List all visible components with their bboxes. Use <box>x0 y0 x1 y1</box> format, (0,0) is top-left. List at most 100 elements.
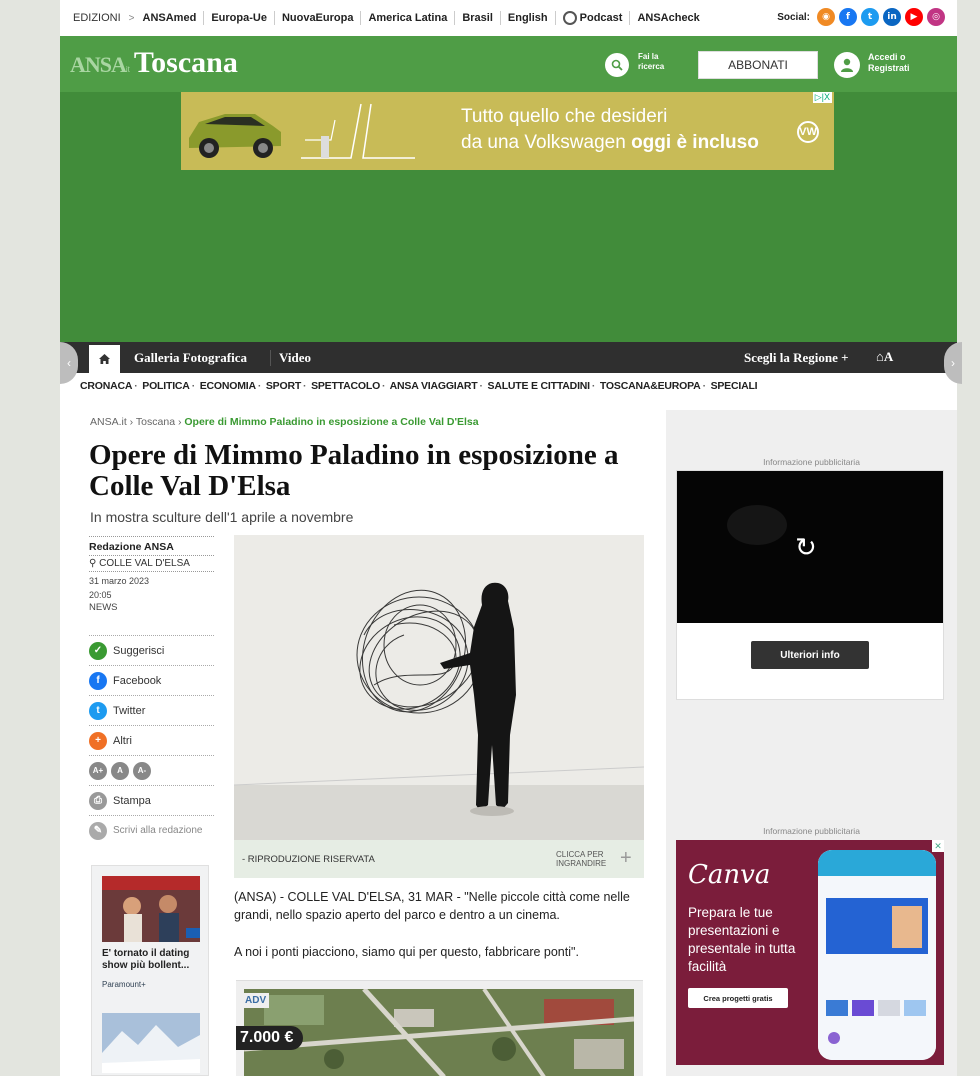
site-header: ANSA it Toscana Fai la ricerca ABBONATI … <box>60 36 957 342</box>
home-icon[interactable] <box>89 345 120 373</box>
rss-icon[interactable]: ◉ <box>817 8 835 26</box>
publish-time: 20:05 <box>89 590 112 600</box>
crumb-current: Opere di Mimmo Paladino in esposizione a… <box>184 416 479 428</box>
home-text-size-button[interactable]: ⌂A <box>876 349 893 365</box>
adchoices-icon[interactable]: ▷|X <box>812 92 832 103</box>
share-twitter[interactable]: t Twitter <box>89 695 214 725</box>
print-button[interactable]: ⎙ Stampa <box>89 785 214 815</box>
section-sport[interactable]: SPORT <box>266 380 301 392</box>
section-speciali[interactable]: SPECIALI <box>711 380 758 392</box>
login-line1: Accedi o <box>868 52 906 62</box>
article-paragraph-2: A noi i ponti piacciono, siamo qui per q… <box>234 945 579 959</box>
link-podcast[interactable]: Podcast <box>554 11 630 25</box>
crumb-home[interactable]: ANSA.it <box>90 416 127 428</box>
real-estate-ad[interactable]: ADV 7.000 € <box>236 980 643 1076</box>
search-label[interactable]: Fai la ricerca <box>638 52 664 72</box>
replay-icon[interactable]: ↻ <box>795 533 817 563</box>
crumb-section[interactable]: Toscana <box>136 416 175 428</box>
twitter-icon[interactable]: t <box>861 8 879 26</box>
photo-caption-bar: - RIPRODUZIONE RISERVATA CLICCA PER INGR… <box>234 840 644 878</box>
twitter-icon: t <box>89 701 107 720</box>
search-icon[interactable] <box>605 53 629 77</box>
banner-bold: oggi è incluso <box>631 132 759 153</box>
subscribe-button[interactable]: ABBONATI <box>698 51 818 79</box>
section-toscana-europa[interactable]: TOSCANA&EUROPA <box>600 380 701 392</box>
close-icon[interactable]: ✕ <box>932 840 944 852</box>
video-player[interactable]: ↻ <box>677 471 943 623</box>
instagram-icon[interactable]: ◎ <box>927 8 945 26</box>
podcast-label: Podcast <box>579 12 623 24</box>
promo-image[interactable] <box>102 876 200 942</box>
banner-headline-1: Tutto quello che desideri <box>461 106 668 127</box>
section-viaggiart[interactable]: ANSA VIAGGIART <box>390 380 478 392</box>
section-spettacolo[interactable]: SPETTACOLO <box>311 380 380 392</box>
section-cronaca[interactable]: CRONACA <box>80 380 132 392</box>
nav-video[interactable]: Video <box>270 350 311 366</box>
article-subtitle: In mostra sculture dell'1 aprile a novem… <box>90 509 354 525</box>
linkedin-icon[interactable]: in <box>883 8 901 26</box>
share-others[interactable]: + Altri <box>89 725 214 755</box>
facebook-icon: f <box>89 671 107 690</box>
adv-tag: ADV <box>242 993 270 1008</box>
facebook-icon[interactable]: f <box>839 8 857 26</box>
canva-cta-button[interactable]: Crea progetti gratis <box>688 988 788 1008</box>
link-nuovaeuropa[interactable]: NuovaEuropa <box>273 11 361 25</box>
article-title: Opere di Mimmo Paladino in esposizione a… <box>89 439 619 502</box>
article-paragraph-1: (ANSA) - COLLE VAL D'ELSA, 31 MAR - "Nel… <box>234 890 630 922</box>
more-info-button[interactable]: Ulteriori info <box>751 641 869 669</box>
banner-headline-2: da una Volkswagen oggi è incluso <box>461 132 759 154</box>
logo-ansa: ANSA <box>70 52 127 77</box>
plus-icon: + <box>89 731 107 750</box>
nav-gallery[interactable]: Galleria Fotografica <box>134 350 247 366</box>
print-icon: ⎙ <box>89 791 107 810</box>
font-increase-button[interactable]: A+ <box>89 761 107 780</box>
location: ⚲ COLLE VAL D'ELSA <box>89 556 214 571</box>
banner-plain: da una Volkswagen <box>461 132 632 153</box>
video-ad: ↻ Ulteriori info <box>676 470 944 700</box>
section-politica[interactable]: POLITICA <box>142 380 190 392</box>
volkswagen-banner-ad[interactable]: Tutto quello che desideri da una Volkswa… <box>181 92 834 170</box>
section-nav: CRONACA · POLITICA · ECONOMIA · SPORT · SPET… <box>80 380 758 392</box>
chevron-right-icon: > <box>128 12 135 24</box>
plus-icon[interactable]: + <box>620 847 632 870</box>
promo-box[interactable]: E' tornato il dating show più bollent...… <box>91 865 209 1076</box>
canva-ad[interactable]: Canva Prepara le tue presentazioni e pre… <box>676 840 944 1065</box>
social-links: Social: ◉ f t in ▶ ◎ <box>777 8 945 26</box>
link-ansamed[interactable]: ANSAmed <box>143 11 204 25</box>
link-america-latina[interactable]: America Latina <box>360 11 454 25</box>
font-normal-button[interactable]: A <box>111 761 129 780</box>
enlarge-link[interactable]: CLICCA PER INGRANDIRE <box>556 850 606 868</box>
share-suggest[interactable]: ✓ Suggerisci <box>89 635 214 665</box>
write-newsroom-button[interactable]: ✎ Scrivi alla redazione <box>89 815 214 845</box>
link-brasil[interactable]: Brasil <box>454 11 500 25</box>
link-europa-ue[interactable]: Europa-Ue <box>203 11 274 25</box>
editions-bar: EDIZIONI > ANSAmed Europa-Ue NuovaEuropa… <box>60 0 957 36</box>
main-nav: Galleria Fotografica Video Scegli la Reg… <box>60 342 957 373</box>
suggest-icon: ✓ <box>89 641 107 660</box>
enlarge-line2: INGRANDIRE <box>556 859 607 868</box>
promo-caption[interactable]: E' tornato il dating show più bollent... <box>102 948 202 972</box>
site-logo[interactable]: ANSA it Toscana <box>70 46 238 80</box>
login-link[interactable]: Accedi o Registrati <box>868 52 910 74</box>
link-english[interactable]: English <box>499 11 555 25</box>
editions-label[interactable]: EDIZIONI <box>73 12 121 24</box>
page: EDIZIONI > ANSAmed Europa-Ue NuovaEuropa… <box>60 0 957 1076</box>
share-facebook[interactable]: f Facebook <box>89 665 214 695</box>
font-decrease-button[interactable]: A- <box>133 761 151 780</box>
nav-region-select[interactable]: Scegli la Regione + <box>744 350 849 366</box>
breadcrumb: ANSA.it › Toscana › Opere di Mimmo Palad… <box>90 416 479 428</box>
link-ansacheck[interactable]: ANSAcheck <box>629 11 706 25</box>
section-salute[interactable]: SALUTE E CITTADINI <box>488 380 591 392</box>
article-photo[interactable] <box>234 535 644 840</box>
photo-credit: - RIPRODUZIONE RISERVATA <box>242 854 375 865</box>
user-icon[interactable] <box>834 52 860 78</box>
promo-image-mountains[interactable] <box>102 1013 200 1073</box>
author: Redazione ANSA <box>89 541 174 553</box>
youtube-icon[interactable]: ▶ <box>905 8 923 26</box>
login-line2: Registrati <box>868 63 910 73</box>
sponsored-label: Informazione pubblicitaria <box>763 457 860 467</box>
adv-price: 7.000 € <box>236 1026 304 1050</box>
editions[interactable]: EDIZIONI > <box>60 12 143 24</box>
section-economia[interactable]: ECONOMIA <box>200 380 256 392</box>
canva-logo: Canva <box>688 860 771 890</box>
